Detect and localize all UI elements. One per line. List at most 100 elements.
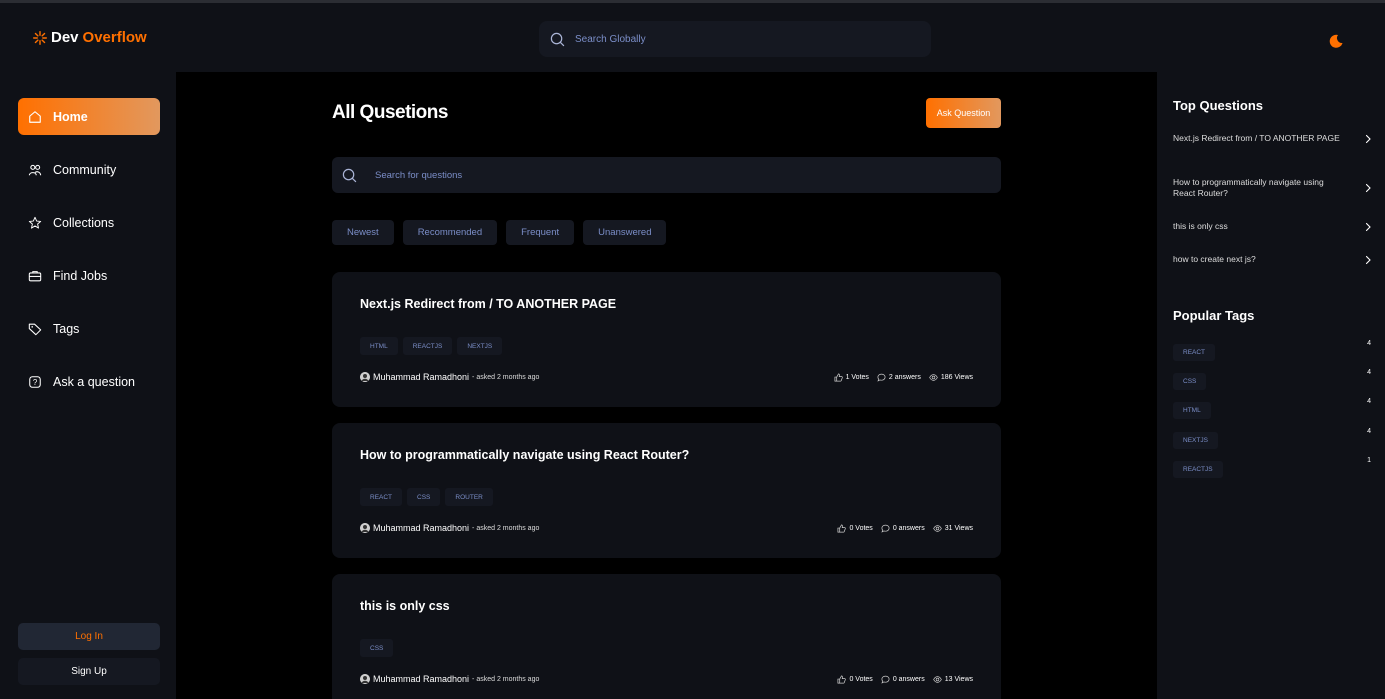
- message-icon: [877, 373, 886, 382]
- popular-tag[interactable]: CSS: [1173, 373, 1207, 390]
- views-metric: 13 Views: [932, 675, 973, 684]
- asked-time: - asked 2 months ago: [472, 373, 540, 381]
- question-card: Next.js Redirect from / TO ANOTHER PAGE …: [332, 272, 1001, 407]
- main-content: All Qusetions Ask Question Newest Recomm…: [176, 72, 1157, 699]
- sidebar-item-tags[interactable]: Tags: [18, 310, 160, 347]
- question-tags: REACT CSS ROUTER: [360, 488, 493, 506]
- sidebar-item-find-jobs[interactable]: Find Jobs: [18, 257, 160, 294]
- views-count: 186 Views: [940, 374, 973, 381]
- popular-tag[interactable]: REACT: [1173, 344, 1216, 361]
- author-name: Muhammad Ramadhoni: [373, 523, 470, 533]
- question-metrics: 0 Votes 0 answers 13 Views: [837, 675, 973, 684]
- chevron-right-icon: [1365, 134, 1371, 143]
- popular-tag[interactable]: HTML: [1173, 402, 1211, 419]
- chevron-right-icon: [1365, 183, 1371, 193]
- answers-count: 0 answers: [892, 676, 925, 683]
- top-questions-title: Top Questions: [1173, 98, 1264, 113]
- signup-button[interactable]: Sign Up: [18, 658, 160, 685]
- question-search[interactable]: [332, 157, 1001, 193]
- popular-tag-item[interactable]: NEXTJS 4: [1173, 428, 1371, 449]
- views-metric: 186 Views: [929, 373, 973, 382]
- tag-count: 4: [1367, 428, 1371, 435]
- popular-tag-item[interactable]: HTML 4: [1173, 398, 1371, 419]
- answers-metric: 0 answers: [881, 524, 925, 533]
- question-tag[interactable]: REACTJS: [402, 337, 453, 355]
- chevron-right-icon: [1365, 255, 1371, 264]
- sidebar-item-home[interactable]: Home: [18, 98, 160, 135]
- ask-question-button[interactable]: Ask Question: [926, 98, 1001, 128]
- popular-tag-item[interactable]: CSS 4: [1173, 369, 1371, 390]
- global-search-input[interactable]: [575, 33, 915, 45]
- tag-count: 1: [1367, 457, 1371, 464]
- sidebar-item-label: Tags: [53, 321, 80, 336]
- question-tag[interactable]: CSS: [360, 639, 394, 657]
- logo[interactable]: Dev Overflow: [33, 29, 147, 46]
- sidebar-item-label: Collections: [53, 215, 115, 230]
- popular-tag-item[interactable]: REACT 4: [1173, 340, 1371, 361]
- message-icon: [881, 524, 890, 533]
- author-name: Muhammad Ramadhoni: [373, 372, 470, 382]
- question-title[interactable]: this is only css: [360, 599, 450, 613]
- top-question-item[interactable]: Next.js Redirect from / TO ANOTHER PAGE: [1173, 133, 1373, 144]
- question-card: this is only css CSS Muhammad Ramadhoni …: [332, 574, 1001, 699]
- question-tags: CSS: [360, 639, 394, 657]
- sidebar-item-label: Home: [53, 109, 88, 124]
- suitcase-icon: [27, 268, 43, 284]
- filter-frequent[interactable]: Frequent: [506, 220, 575, 245]
- question-title[interactable]: Next.js Redirect from / TO ANOTHER PAGE: [360, 297, 616, 311]
- popular-tag[interactable]: REACTJS: [1173, 461, 1223, 478]
- views-count: 13 Views: [944, 676, 973, 683]
- tag-count: 4: [1367, 369, 1371, 376]
- page-title: All Qusetions: [332, 102, 448, 123]
- top-question-item[interactable]: how to create next js?: [1173, 254, 1373, 265]
- question-author[interactable]: Muhammad Ramadhoni - asked 2 months ago: [360, 523, 539, 533]
- question-tag[interactable]: REACT: [360, 488, 403, 506]
- answers-metric: 0 answers: [881, 675, 925, 684]
- global-search[interactable]: [539, 21, 931, 57]
- question-tag[interactable]: CSS: [407, 488, 441, 506]
- question-metrics: 0 Votes 0 answers 31 Views: [837, 524, 973, 533]
- top-question-text: how to create next js?: [1173, 254, 1256, 264]
- votes-metric: 0 Votes: [837, 524, 873, 533]
- filter-unanswered[interactable]: Unanswered: [583, 220, 667, 245]
- popular-tag-item[interactable]: REACTJS 1: [1173, 457, 1371, 478]
- question-tag[interactable]: ROUTER: [445, 488, 493, 506]
- question-tag[interactable]: HTML: [360, 337, 398, 355]
- eye-icon: [929, 374, 938, 381]
- logo-burst-icon: [33, 30, 47, 45]
- votes-count: 1 Votes: [845, 374, 869, 381]
- like-icon: [834, 373, 843, 382]
- sidebar-item-label: Community: [53, 162, 117, 177]
- users-icon: [27, 162, 43, 178]
- popular-tag[interactable]: NEXTJS: [1173, 432, 1218, 449]
- filter-bar: Newest Recommended Frequent Unanswered: [332, 220, 667, 245]
- top-question-item[interactable]: this is only css: [1173, 221, 1373, 232]
- question-author[interactable]: Muhammad Ramadhoni - asked 2 months ago: [360, 372, 539, 382]
- asked-time: - asked 2 months ago: [472, 675, 540, 683]
- question-author[interactable]: Muhammad Ramadhoni - asked 2 months ago: [360, 674, 539, 684]
- asked-time: - asked 2 months ago: [472, 524, 540, 532]
- sidebar-item-ask-question[interactable]: ? Ask a question: [18, 363, 160, 400]
- filter-recommended[interactable]: Recommended: [402, 220, 498, 245]
- tag-count: 4: [1367, 340, 1371, 347]
- sidebar-item-community[interactable]: Community: [18, 151, 160, 188]
- top-navbar: Dev Overflow: [0, 0, 1385, 72]
- star-icon: [27, 215, 43, 231]
- login-button[interactable]: Log In: [18, 623, 160, 650]
- views-metric: 31 Views: [932, 524, 973, 533]
- moon-icon[interactable]: [1328, 33, 1344, 49]
- top-question-item[interactable]: How to programmatically navigate using R…: [1173, 177, 1373, 199]
- search-icon: [550, 32, 565, 46]
- left-sidebar: Home Community Collections Find Jobs Tag…: [0, 72, 176, 699]
- eye-icon: [932, 525, 942, 532]
- question-tag[interactable]: NEXTJS: [457, 337, 503, 355]
- views-count: 31 Views: [944, 525, 973, 532]
- question-title[interactable]: How to programmatically navigate using R…: [360, 448, 689, 462]
- question-search-input[interactable]: [375, 169, 975, 181]
- like-icon: [837, 524, 847, 533]
- search-icon: [342, 168, 357, 182]
- filter-newest[interactable]: Newest: [332, 220, 394, 245]
- answers-metric: 2 answers: [877, 373, 921, 382]
- sidebar-item-collections[interactable]: Collections: [18, 204, 160, 241]
- sidebar-item-label: Ask a question: [53, 374, 135, 389]
